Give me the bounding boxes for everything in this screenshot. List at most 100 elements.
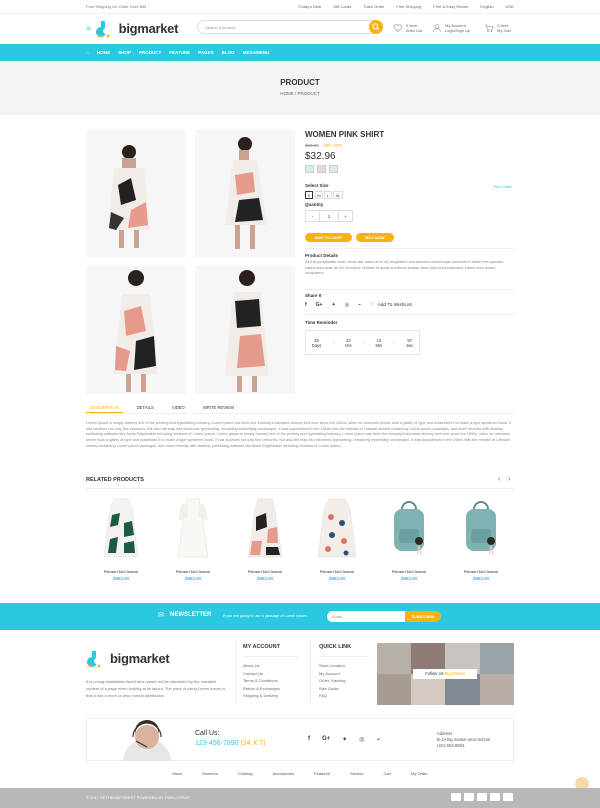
top-link-todays-deal[interactable]: Today's Deal [298, 4, 321, 9]
footer-link-shipping[interactable]: Shipping & Delivery [243, 692, 280, 700]
nav-megamenu[interactable]: MEGAMENU [243, 50, 270, 55]
quantity-value[interactable]: 1 [320, 211, 340, 221]
footer-link-order-tracking[interactable]: Order Tracking [319, 677, 345, 685]
user-icon [433, 24, 441, 33]
nav-home[interactable]: HOME [97, 50, 111, 55]
tab-video[interactable]: VIDEO [168, 401, 189, 413]
language-select[interactable]: English [480, 4, 493, 9]
top-link-free-return[interactable]: Free & Easy Return [433, 4, 468, 9]
nav-shop[interactable]: SHOP [118, 50, 131, 55]
cart-link[interactable]: 0 Item My Cart [484, 23, 511, 33]
instagram-icon[interactable]: ◎ [345, 302, 349, 308]
related-item-5[interactable]: Richard McClintock $963.00 [374, 495, 444, 581]
related-item-6[interactable]: Richard McClintock $963.00 [446, 495, 516, 581]
search-button[interactable] [369, 20, 383, 34]
facebook-icon[interactable]: f [305, 302, 307, 308]
product-image-4[interactable] [195, 266, 295, 394]
tab-write-review[interactable]: WRITE REVIEW [199, 401, 238, 413]
nav-feature[interactable]: FEATURE [169, 50, 190, 55]
size-chart-link[interactable]: Size Chart [493, 184, 512, 189]
instagram-icon[interactable]: ◎ [359, 736, 364, 743]
rss-icon[interactable]: ⌁ [358, 302, 361, 308]
product-image-2[interactable] [195, 130, 295, 257]
top-bar: Free Shipping On Order Over $99 Today's … [0, 0, 600, 14]
bottom-link-womens[interactable]: Womens [202, 771, 218, 776]
related-item-3[interactable]: Richard McClintock $963.00 [230, 495, 300, 581]
breadcrumb[interactable]: HOME / PRODUCT [0, 91, 600, 96]
nav-product[interactable]: PRODUCT [139, 50, 161, 55]
size-option-xl[interactable]: XL [333, 191, 343, 199]
google-plus-icon[interactable]: G+ [316, 302, 323, 308]
related-item-name[interactable]: Richard McClintock [158, 569, 228, 574]
subscribe-button[interactable]: SUBSCRIBE [405, 611, 441, 622]
account-link[interactable]: My Account Login/Sign Up [432, 23, 470, 33]
tab-description[interactable]: DESCRIPTION [86, 401, 123, 413]
bottom-link-clothing[interactable]: Clothing [238, 771, 253, 776]
logo[interactable]: ≡ bigmarket [86, 18, 178, 38]
bottom-link-cart[interactable]: Cart [383, 771, 391, 776]
follow-us-collage[interactable]: Follow Us Big Market [377, 643, 514, 705]
next-arrow-icon[interactable]: › [508, 476, 510, 483]
wishlist-link[interactable]: 0 Item Wish List [393, 23, 422, 33]
bottom-link-my-order[interactable]: My Order [411, 771, 428, 776]
bottom-link-mens[interactable]: Mens [172, 771, 182, 776]
wishlist-heart-icon[interactable]: ♡ [370, 302, 374, 308]
main-nav: ⌂ HOME SHOP PRODUCT FEATURE PAGES BLOG M… [0, 44, 600, 61]
bottom-link-accessories[interactable]: Accessories [273, 771, 295, 776]
size-option-s[interactable]: S [305, 191, 313, 199]
footer-link-terms[interactable]: Terms & Conditions [243, 677, 280, 685]
currency-select[interactable]: USD [506, 4, 514, 9]
related-item-name[interactable]: Richard McClintock [230, 569, 300, 574]
top-link-track-order[interactable]: Track Order [363, 4, 384, 9]
footer-link-store-location[interactable]: Store Location [319, 662, 345, 670]
product-image-1[interactable] [86, 130, 186, 257]
bottom-link-service[interactable]: Service [350, 771, 363, 776]
related-item-name[interactable]: Richard McClintock [446, 569, 516, 574]
color-swatch-1[interactable] [305, 165, 314, 173]
rss-icon[interactable]: ⌁ [376, 736, 380, 743]
footer-link-my-account[interactable]: My Account [319, 670, 345, 678]
related-item-name[interactable]: Richard McClintock [302, 569, 372, 574]
footer-link-contact-us[interactable]: Contact Us [243, 670, 280, 678]
menu-icon[interactable]: ≡ [86, 24, 91, 33]
top-link-gift-cards[interactable]: Gift Cards [333, 4, 351, 9]
twitter-icon[interactable]: ✦ [331, 302, 335, 308]
prev-arrow-icon[interactable]: ‹ [498, 476, 500, 483]
add-to-cart-button[interactable]: ADD TO CART [305, 233, 352, 242]
twitter-icon[interactable]: ✦ [342, 736, 347, 743]
related-item-name[interactable]: Richard McClintock [86, 569, 156, 574]
nav-blog[interactable]: BLOG [222, 50, 235, 55]
quantity-plus-button[interactable]: + [339, 211, 352, 221]
bottom-link-featured[interactable]: Featured [314, 771, 330, 776]
copyright-bar: © 2017 SETHEMEFOREST POWERED BY PIXELSTR… [0, 788, 600, 808]
footer-link-returns[interactable]: Return & Exchanges [243, 685, 280, 693]
color-swatch-3[interactable] [329, 165, 338, 173]
footer-link-size-guide[interactable]: Size Guide [319, 685, 345, 693]
search-input[interactable]: Search a product [197, 20, 383, 34]
top-link-free-shipping[interactable]: Free Shipping [396, 4, 421, 9]
nav-pages[interactable]: PAGES [198, 50, 213, 55]
add-to-wishlist-link[interactable]: Add To WishList [378, 303, 412, 308]
page-title: PRODUCT [280, 78, 320, 87]
newsletter-email-input[interactable]: Email... [327, 611, 407, 622]
related-item-1[interactable]: Richard McClintock $963.00 [86, 495, 156, 581]
related-item-name[interactable]: Richard McClintock [374, 569, 444, 574]
phone-number[interactable]: 123-456-7890 (24 X 7) [195, 740, 265, 747]
home-icon[interactable]: ⌂ [86, 50, 89, 55]
footer-link-about-us[interactable]: About Us [243, 662, 280, 670]
footer-link-faq[interactable]: FAQ [319, 692, 345, 700]
related-item-2[interactable]: Richard McClintock $963.00 [158, 495, 228, 581]
page-banner: PRODUCT HOME / PRODUCT [0, 61, 600, 115]
footer-logo[interactable]: bigmarket [86, 648, 170, 668]
related-item-4[interactable]: Richard McClintock $963.00 [302, 495, 372, 581]
tab-details[interactable]: DETAILS [133, 401, 158, 413]
product-image-3[interactable] [86, 266, 186, 394]
color-swatch-2[interactable] [317, 165, 326, 173]
buy-now-button[interactable]: BUY NOW [356, 233, 394, 242]
facebook-icon[interactable]: f [308, 736, 310, 743]
size-option-m[interactable]: M [315, 191, 323, 199]
quantity-minus-button[interactable]: - [306, 211, 320, 221]
size-option-l[interactable]: L [324, 191, 332, 199]
quantity-stepper[interactable]: - 1 + [305, 210, 353, 222]
google-plus-icon[interactable]: G+ [322, 736, 330, 743]
